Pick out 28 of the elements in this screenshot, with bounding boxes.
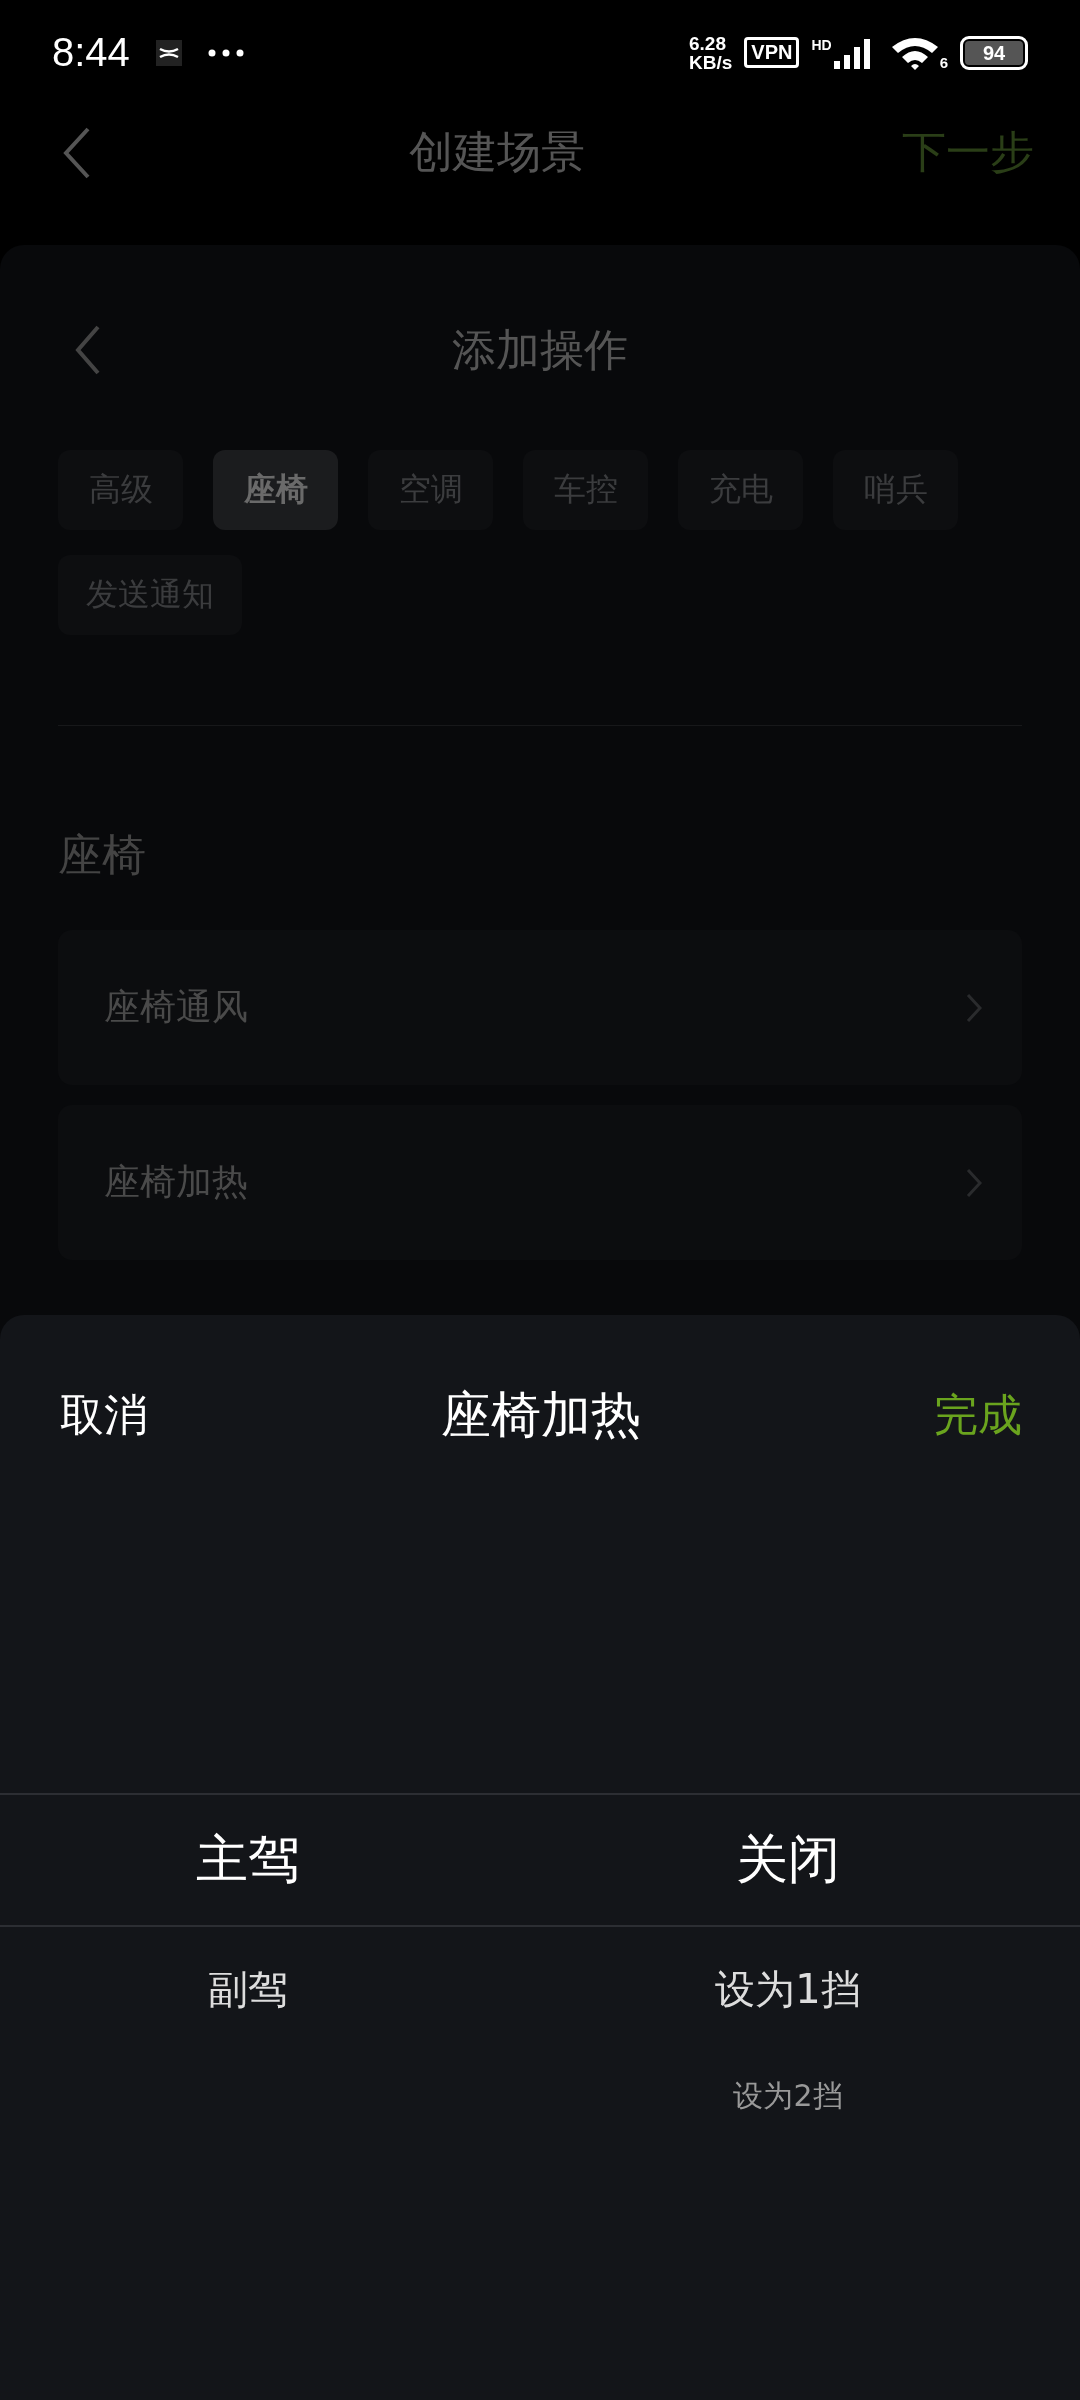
sheet-title: 座椅加热 bbox=[441, 1384, 641, 1446]
picker-option[interactable]: 副驾 bbox=[208, 1927, 288, 2051]
back-icon[interactable] bbox=[74, 325, 102, 375]
vpn-badge: VPN bbox=[744, 37, 800, 68]
category-tab[interactable]: 座椅 bbox=[213, 450, 338, 530]
picker-option[interactable]: 设为1挡 bbox=[715, 1927, 861, 2051]
back-icon[interactable] bbox=[62, 126, 92, 179]
network-speed-unit: KB/s bbox=[689, 52, 733, 72]
hd-label: HD bbox=[811, 36, 832, 53]
wifi-band-label: 6 bbox=[939, 53, 948, 71]
network-speed-value: 6.28 bbox=[689, 33, 727, 53]
cancel-button[interactable]: 取消 bbox=[60, 1385, 148, 1445]
picker-option[interactable]: 设为2挡 bbox=[733, 2051, 843, 2141]
section-title: 座椅 bbox=[58, 828, 147, 882]
panel-title: 添加操作 bbox=[452, 322, 628, 377]
app-notification-icon bbox=[155, 39, 182, 66]
picker-option[interactable]: 主驾 bbox=[196, 1793, 300, 1927]
more-icon bbox=[207, 48, 244, 57]
chevron-icon bbox=[966, 992, 982, 1023]
next-step-button[interactable]: 下一步 bbox=[902, 123, 1034, 182]
page-title: 创建场景 bbox=[409, 125, 585, 179]
option-row[interactable]: 座椅通风 bbox=[58, 930, 1022, 1085]
status-time: 8:44 bbox=[52, 30, 130, 75]
chevron-icon bbox=[966, 1167, 982, 1198]
done-button[interactable]: 完成 bbox=[934, 1385, 1022, 1445]
battery-icon: 94 bbox=[960, 35, 1028, 70]
option-row[interactable]: 座椅加热 bbox=[58, 1105, 1022, 1260]
picker-option[interactable]: 关闭 bbox=[736, 1793, 840, 1927]
